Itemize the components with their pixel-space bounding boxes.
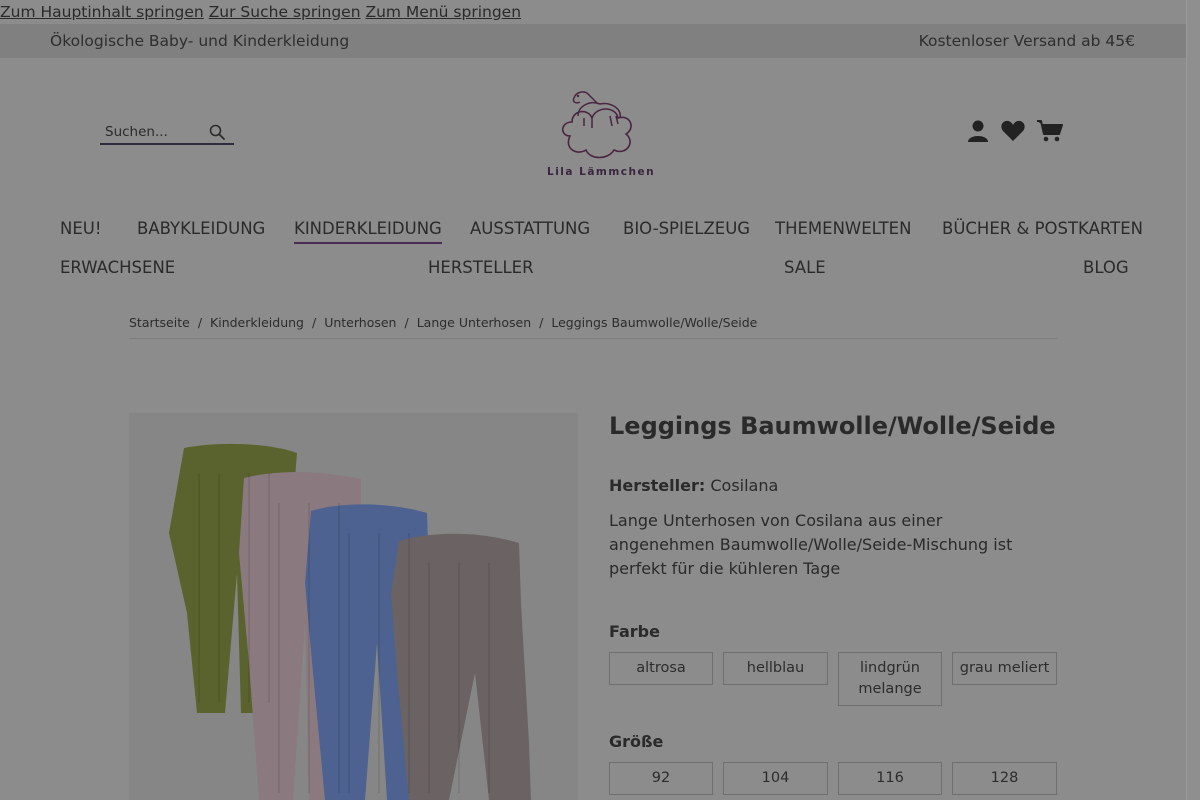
nav-item-erwachsene[interactable]: ERWACHSENE xyxy=(60,258,175,277)
nav-item-bio-spielzeug[interactable]: BIO-SPIELZEUG xyxy=(623,219,750,238)
size-option-104[interactable]: 104 xyxy=(723,762,828,795)
breadcrumb-current: Leggings Baumwolle/Wolle/Seide xyxy=(551,315,758,330)
breadcrumb-separator: / xyxy=(539,315,544,330)
cart-icon[interactable] xyxy=(1036,118,1064,144)
nav-item-kinderkleidung[interactable]: KINDERKLEIDUNG xyxy=(294,219,442,244)
shipping-info: Kostenloser Versand ab 45€ xyxy=(918,32,1135,50)
nav-item-hersteller[interactable]: HERSTELLER xyxy=(428,258,534,277)
color-label: Farbe xyxy=(609,622,660,641)
breadcrumb-lange-unterhosen[interactable]: Lange Unterhosen xyxy=(417,315,531,330)
search-icon[interactable] xyxy=(208,123,226,141)
logo[interactable]: Lila Lämmchen xyxy=(540,86,656,182)
color-option-hellblau[interactable]: hellblau xyxy=(723,652,828,685)
nav-item-babykleidung[interactable]: BABYKLEIDUNG xyxy=(137,219,265,238)
skip-to-menu-link[interactable]: Zum Menü springen xyxy=(365,3,521,21)
breadcrumb: Startseite / Kinderkleidung / Unterhosen / Lan… xyxy=(129,315,757,330)
color-option-lindgruen-melange[interactable]: lindgrün melange xyxy=(838,652,942,706)
nav-item-neu[interactable]: NEU! xyxy=(60,219,101,238)
top-bar: Ökologische Baby- und Kinderkleidung Kos… xyxy=(0,24,1186,58)
page: Zum Hauptinhalt springen Zur Suche sprin… xyxy=(0,0,1186,800)
scrollbar[interactable] xyxy=(1186,0,1200,800)
search-field[interactable]: Suchen... xyxy=(100,120,234,145)
breadcrumb-startseite[interactable]: Startseite xyxy=(129,315,190,330)
wishlist-heart-icon[interactable] xyxy=(1000,118,1026,144)
skip-links: Zum Hauptinhalt springen Zur Suche sprin… xyxy=(0,0,521,24)
nav-item-sale[interactable]: SALE xyxy=(784,258,826,277)
breadcrumb-kinderkleidung[interactable]: Kinderkleidung xyxy=(210,315,304,330)
color-option-grau-meliert[interactable]: grau meliert xyxy=(952,652,1057,685)
account-icon[interactable] xyxy=(966,118,990,144)
size-option-116[interactable]: 116 xyxy=(838,762,942,795)
skip-to-search-link[interactable]: Zur Suche springen xyxy=(209,3,361,21)
nav-item-buecher-postkarten[interactable]: BÜCHER & POSTKARTEN xyxy=(942,219,1143,238)
logo-text: Lila Lämmchen xyxy=(547,166,656,178)
leggings-photo xyxy=(169,443,531,800)
breadcrumb-unterhosen[interactable]: Unterhosen xyxy=(324,315,396,330)
product-title: Leggings Baumwolle/Wolle/Seide xyxy=(609,412,1056,440)
product-description: Lange Unterhosen von Cosilana aus einer … xyxy=(609,511,1013,578)
breadcrumb-separator: / xyxy=(311,315,317,330)
size-option-92[interactable]: 92 xyxy=(609,762,713,795)
size-label: Größe xyxy=(609,732,664,751)
product-image[interactable] xyxy=(129,413,578,800)
skip-to-main-link[interactable]: Zum Hauptinhalt springen xyxy=(0,3,204,21)
size-option-128[interactable]: 128 xyxy=(952,762,1057,795)
tagline: Ökologische Baby- und Kinderkleidung xyxy=(50,32,350,50)
breadcrumb-separator: / xyxy=(197,315,203,330)
nav-item-themenwelten[interactable]: THEMENWELTEN xyxy=(775,219,911,238)
nav-item-blog[interactable]: BLOG xyxy=(1083,258,1129,277)
breadcrumb-divider xyxy=(129,338,1057,339)
product-manufacturer: Hersteller: Cosilana xyxy=(609,476,778,495)
manufacturer-label: Hersteller: xyxy=(609,476,706,495)
nav-item-ausstattung[interactable]: AUSSTATTUNG xyxy=(470,219,590,238)
manufacturer-name[interactable]: Cosilana xyxy=(710,476,778,495)
breadcrumb-separator: / xyxy=(404,315,409,330)
lamb-on-cloud-logo xyxy=(561,91,632,159)
search-input[interactable]: Suchen... xyxy=(105,124,168,140)
color-option-altrosa[interactable]: altrosa xyxy=(609,652,713,685)
